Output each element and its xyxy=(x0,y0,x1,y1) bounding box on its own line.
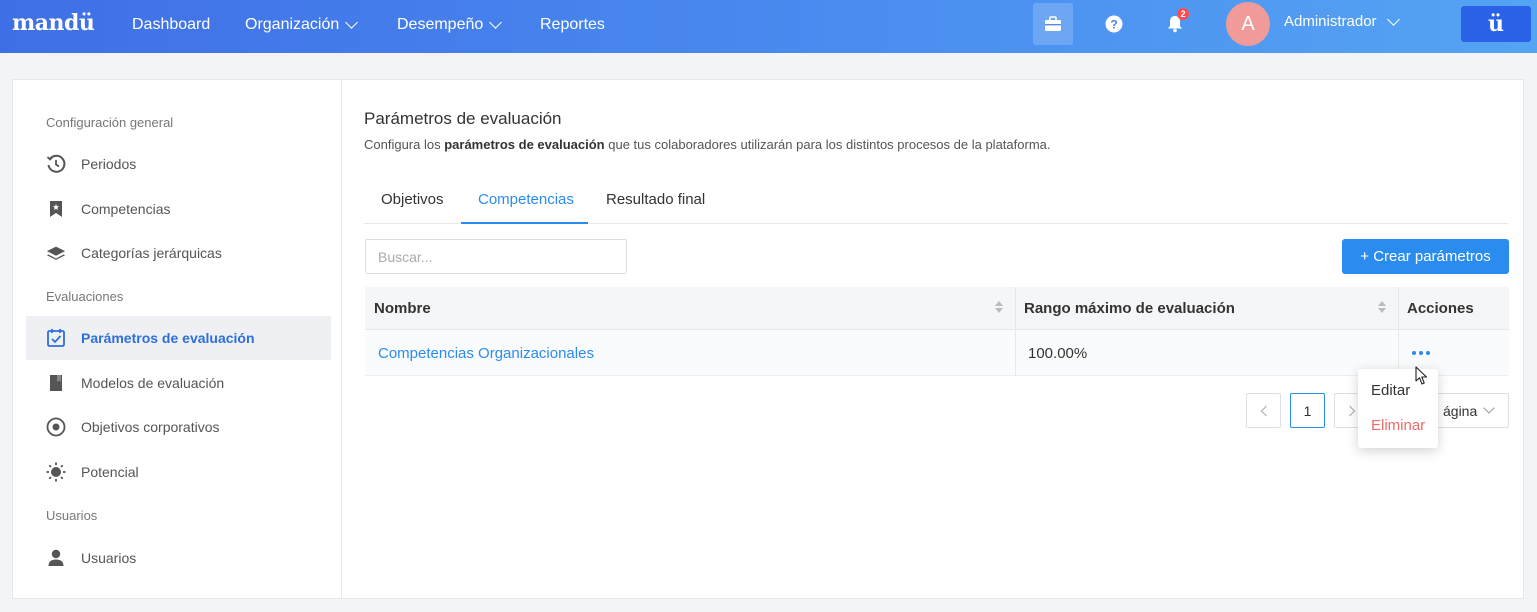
sidebar-item-usuarios[interactable]: Usuarios xyxy=(26,536,331,580)
page-description-post: que tus colaboradores utilizarán para lo… xyxy=(604,137,1051,152)
avatar[interactable]: A xyxy=(1226,2,1270,46)
tab-objetivos[interactable]: Objetivos xyxy=(381,191,444,208)
page-size-select[interactable]: ágina xyxy=(1430,393,1509,428)
layers-icon xyxy=(46,243,66,263)
column-divider xyxy=(1015,330,1016,376)
top-navbar: mandü Dashboard Organización Desempeño R… xyxy=(0,0,1537,53)
main-content: Parámetros de evaluación Configura los p… xyxy=(364,80,1514,598)
sidebar-item-label: Periodos xyxy=(81,156,137,172)
sun-icon xyxy=(46,462,66,482)
app-switch-button[interactable]: ü xyxy=(1461,6,1531,42)
page-description-pre: Configura los xyxy=(364,137,445,152)
briefcase-icon xyxy=(1045,16,1061,31)
sidebar-section-evaluaciones: Evaluaciones xyxy=(46,289,124,304)
search-input[interactable] xyxy=(365,239,627,274)
sidebar-item-potencial[interactable]: Potencial xyxy=(26,450,331,494)
sidebar-item-label: Potencial xyxy=(81,464,139,480)
sidebar-item-parametros[interactable]: Parámetros de evaluación xyxy=(26,316,331,360)
active-tab-indicator xyxy=(461,222,588,224)
bookmark-icon xyxy=(46,199,66,219)
parameters-table: Nombre Rango máximo de evaluación Accion… xyxy=(365,287,1509,376)
chevron-right-icon xyxy=(1348,405,1355,416)
nav-organizacion[interactable]: Organización xyxy=(245,16,359,34)
chevron-left-icon xyxy=(1260,405,1267,416)
page-description: Configura los parámetros de evaluación q… xyxy=(364,137,1050,152)
nav-desempeno-label: Desempeño xyxy=(397,16,484,33)
book-icon xyxy=(46,373,66,393)
menu-item-editar[interactable]: Editar xyxy=(1371,382,1410,399)
sidebar: Configuración general Periodos Competenc… xyxy=(13,80,342,598)
sidebar-item-label: Parámetros de evaluación xyxy=(81,330,255,346)
sidebar-item-label: Usuarios xyxy=(81,550,137,566)
sort-icon[interactable] xyxy=(1378,301,1388,313)
nav-reportes[interactable]: Reportes xyxy=(540,16,605,34)
sidebar-section-config: Configuración general xyxy=(46,115,174,130)
prev-page-button[interactable] xyxy=(1246,393,1281,428)
column-header-rango[interactable]: Rango máximo de evaluación xyxy=(1015,287,1235,330)
chevron-down-icon xyxy=(489,16,503,29)
chevron-down-icon xyxy=(345,16,359,29)
sidebar-item-objetivos[interactable]: Objetivos corporativos xyxy=(26,405,331,449)
table-header: Nombre Rango máximo de evaluación Accion… xyxy=(365,287,1509,330)
create-parameters-button[interactable]: + Crear parámetros xyxy=(1342,239,1509,274)
max-range-value: 100.00% xyxy=(1028,344,1088,362)
briefcase-button[interactable] xyxy=(1033,3,1073,45)
tab-competencias[interactable]: Competencias xyxy=(478,191,574,208)
sidebar-item-label: Categorías jerárquicas xyxy=(81,245,222,261)
mouse-cursor-icon xyxy=(1415,366,1428,385)
content-panel: Configuración general Periodos Competenc… xyxy=(12,79,1524,599)
column-header-acciones: Acciones xyxy=(1407,300,1474,317)
sort-icon[interactable] xyxy=(995,301,1005,313)
page-1-button[interactable]: 1 xyxy=(1290,393,1325,428)
menu-item-eliminar[interactable]: Eliminar xyxy=(1371,417,1425,434)
history-icon xyxy=(46,154,66,174)
sidebar-item-label: Objetivos corporativos xyxy=(81,419,220,435)
more-actions-icon[interactable] xyxy=(1412,351,1430,355)
nav-reportes-label: Reportes xyxy=(540,16,605,33)
sidebar-section-usuarios: Usuarios xyxy=(46,508,98,523)
table-row: Competencias Organizacionales 100.00% xyxy=(365,330,1509,376)
app-logo[interactable]: mandü xyxy=(12,10,95,36)
page-size-label: ágina xyxy=(1443,402,1478,419)
sidebar-item-label: Competencias xyxy=(81,201,171,217)
svg-text:?: ? xyxy=(1110,18,1117,32)
parameter-name-link[interactable]: Competencias Organizacionales xyxy=(378,330,594,376)
sidebar-item-competencias[interactable]: Competencias xyxy=(26,187,331,231)
sidebar-item-categorias[interactable]: Categorías jerárquicas xyxy=(26,231,331,275)
column-header-nombre[interactable]: Nombre xyxy=(365,287,431,330)
nav-dashboard[interactable]: Dashboard xyxy=(132,16,210,34)
help-button[interactable]: ? xyxy=(1094,3,1134,45)
sidebar-item-label: Modelos de evaluación xyxy=(81,375,225,391)
sidebar-item-periodos[interactable]: Periodos xyxy=(26,142,331,186)
help-icon: ? xyxy=(1105,15,1123,33)
nav-desempeno[interactable]: Desempeño xyxy=(397,16,503,34)
notifications-badge: 2 xyxy=(1177,8,1189,20)
notifications-button[interactable]: 2 xyxy=(1155,3,1195,45)
user-name: Administrador xyxy=(1284,13,1377,30)
sidebar-item-modelos[interactable]: Modelos de evaluación xyxy=(26,361,331,405)
nav-organizacion-label: Organización xyxy=(245,16,340,33)
calendar-check-icon xyxy=(46,328,66,348)
page-title: Parámetros de evaluación xyxy=(364,109,562,128)
page-description-bold: parámetros de evaluación xyxy=(444,137,605,152)
chevron-down-icon xyxy=(1386,12,1400,26)
nav-dashboard-label: Dashboard xyxy=(132,16,211,33)
chevron-down-icon xyxy=(1483,402,1495,414)
user-menu[interactable]: Administrador xyxy=(1284,12,1400,30)
target-icon xyxy=(46,417,66,437)
tabs: Objetivos Competencias Resultado final xyxy=(364,180,1508,224)
tab-resultado-final[interactable]: Resultado final xyxy=(606,191,705,208)
user-icon xyxy=(46,548,66,568)
